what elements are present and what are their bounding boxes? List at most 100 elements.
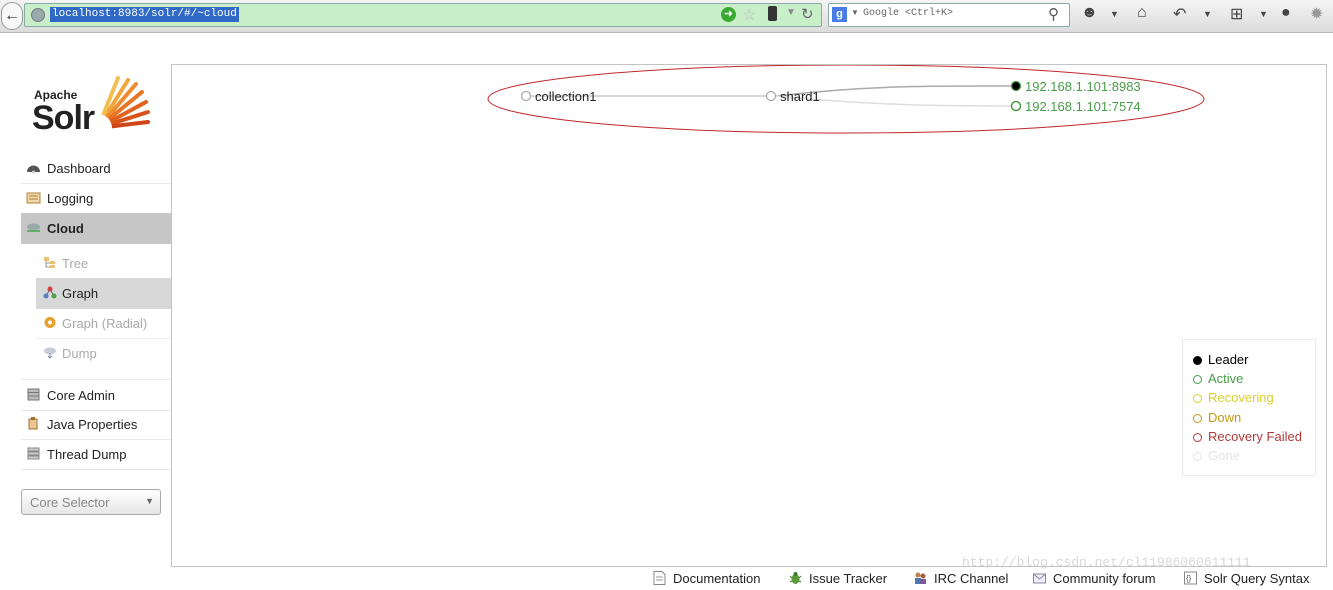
replica-node-leader[interactable] <box>1010 80 1022 92</box>
sidebar-item-java-properties[interactable]: Java Properties <box>21 409 171 440</box>
google-icon[interactable]: g <box>832 7 847 22</box>
replica-node-active[interactable] <box>1010 100 1022 112</box>
sidebar-item-label: Logging <box>47 191 94 206</box>
addon-dropdown-icon[interactable]: ▼ <box>1110 9 1119 19</box>
search-bar[interactable]: g ▼ Google <Ctrl+K> ⚲ <box>828 3 1070 27</box>
sun-logo-icon <box>90 76 150 134</box>
recovering-dot-icon <box>1193 394 1202 403</box>
chat-icon[interactable]: ● <box>1281 4 1291 22</box>
tree-icon <box>44 257 55 268</box>
footer-link-issue-tracker[interactable]: Issue Tracker <box>789 571 887 586</box>
sidebar-subitem-label: Graph <box>62 286 99 301</box>
legend-label: Recovery Failed <box>1208 429 1302 444</box>
people-icon <box>915 572 926 584</box>
footer-link-community-forum[interactable]: Community forum <box>1033 571 1156 586</box>
dashboard-gauge-icon <box>27 165 40 174</box>
addon-icon[interactable]: ☻ <box>1081 4 1098 22</box>
globe-icon <box>31 8 45 22</box>
solr-logo[interactable]: Apache Solr <box>30 72 160 137</box>
footer-link-solr-query-syntax[interactable]: {} Solr Query Syntax <box>1184 571 1310 586</box>
bug-icon <box>789 572 802 584</box>
sidebar-item-thread-dump[interactable]: Thread Dump <box>21 439 171 470</box>
leader-dot-icon <box>1193 356 1202 365</box>
sidebar-subitem-label: Graph (Radial) <box>62 316 148 331</box>
sidebar-item-label: Cloud <box>47 221 84 236</box>
legend-label: Active <box>1208 371 1244 386</box>
footer-link-label: Issue Tracker <box>809 571 888 586</box>
undo-dropdown-icon[interactable]: ▼ <box>1203 9 1212 19</box>
core-selector-label: Core Selector <box>30 495 110 510</box>
mobile-icon[interactable] <box>768 6 777 21</box>
collection-node[interactable] <box>520 90 532 102</box>
legend-label: Gone <box>1208 448 1240 463</box>
go-arrow-icon[interactable]: ➜ <box>721 7 736 22</box>
sidebar-subitem-tree[interactable]: Tree <box>36 248 171 279</box>
sidebar-item-core-admin[interactable]: Core Admin <box>21 379 171 411</box>
bookmark-star-icon[interactable]: ☆ <box>742 5 756 25</box>
recovery-failed-dot-icon <box>1193 433 1202 442</box>
core-admin-icon <box>27 388 40 401</box>
logging-icon <box>26 192 41 204</box>
active-dot-icon <box>1193 375 1202 384</box>
shard-node[interactable] <box>765 90 777 102</box>
sidebar-item-dashboard[interactable]: Dashboard <box>21 153 171 184</box>
sidebar-item-label: Thread Dump <box>47 447 127 462</box>
graph-icon <box>43 286 57 299</box>
search-input[interactable]: Google <Ctrl+K> <box>863 8 953 19</box>
cloud-graph-panel: collection1 shard1 192.168.1.101:8983 19… <box>171 64 1327 567</box>
replica-label[interactable]: 192.168.1.101:7574 <box>1025 99 1141 114</box>
crop-dropdown-icon[interactable]: ▼ <box>1259 9 1268 19</box>
footer-link-label: Community forum <box>1053 571 1156 586</box>
shard-label[interactable]: shard1 <box>780 89 820 104</box>
bug-icon[interactable]: ✹ <box>1310 4 1323 24</box>
sidebar-item-cloud[interactable]: Cloud <box>21 213 171 244</box>
replica-label[interactable]: 192.168.1.101:8983 <box>1025 79 1141 94</box>
sidebar-item-label: Core Admin <box>47 388 115 403</box>
radial-graph-icon <box>44 317 56 328</box>
svg-text:{}: {} <box>1186 574 1192 583</box>
footer-link-label: Documentation <box>673 571 761 586</box>
java-cup-icon <box>28 417 38 430</box>
sidebar-item-label: Dashboard <box>47 161 111 176</box>
cloud-icon <box>27 223 40 232</box>
collection-label[interactable]: collection1 <box>535 89 596 104</box>
sidebar-subitem-label: Dump <box>62 346 97 361</box>
down-dot-icon <box>1193 414 1202 423</box>
core-selector-dropdown[interactable]: Core Selector ▼ <box>21 489 161 515</box>
logo-solr-text: Solr <box>32 99 95 137</box>
sidebar-item-logging[interactable]: Logging <box>21 183 171 214</box>
footer-link-label: Solr Query Syntax <box>1204 571 1310 586</box>
syntax-icon: {} <box>1184 571 1197 585</box>
reload-icon[interactable]: ↻ <box>801 5 814 23</box>
sidebar-item-label: Java Properties <box>47 417 138 432</box>
address-bar[interactable]: localhost:8983/solr/#/~cloud ➜ ☆ ▼ ↻ <box>24 3 822 27</box>
dump-icon <box>44 347 56 359</box>
legend-label: Down <box>1208 410 1242 425</box>
search-engine-dropdown-icon[interactable]: ▼ <box>851 8 859 17</box>
cloud-graph-canvas: collection1 shard1 192.168.1.101:8983 19… <box>487 65 1205 134</box>
browser-toolbar: ← localhost:8983/solr/#/~cloud ➜ ☆ ▼ ↻ g… <box>0 0 1333 33</box>
gone-dot-icon <box>1193 452 1202 461</box>
graph-legend: Leader Active Recovering Down Recovery F… <box>1182 339 1316 476</box>
sidebar-subitem-graph-radial[interactable]: Graph (Radial) <box>36 308 171 339</box>
document-icon <box>653 571 666 585</box>
magnifier-icon[interactable]: ⚲ <box>1048 5 1059 23</box>
history-dropdown-icon[interactable]: ▼ <box>786 7 796 18</box>
footer-link-label: IRC Channel <box>934 571 1009 586</box>
footer-link-irc-channel[interactable]: IRC Channel <box>914 571 1008 586</box>
chevron-down-icon: ▼ <box>145 496 154 506</box>
sidebar-subitem-dump[interactable]: Dump <box>36 338 171 368</box>
sidebar-subitem-graph[interactable]: Graph <box>36 278 171 309</box>
legend-label: Recovering <box>1208 390 1274 405</box>
thread-dump-icon <box>27 447 40 460</box>
sidebar-subitem-label: Tree <box>62 256 89 271</box>
mail-icon <box>1033 573 1046 584</box>
legend-label: Leader <box>1208 352 1249 367</box>
undo-icon[interactable]: ↶ <box>1173 4 1186 24</box>
footer-links: Documentation Issue Tracker IRC Channel … <box>0 566 1333 590</box>
back-button[interactable]: ← <box>1 2 23 30</box>
home-icon[interactable]: ⌂ <box>1137 4 1147 22</box>
url-text[interactable]: localhost:8983/solr/#/~cloud <box>50 7 239 22</box>
crop-icon[interactable]: ⊞ <box>1230 4 1243 24</box>
footer-link-documentation[interactable]: Documentation <box>653 571 760 586</box>
